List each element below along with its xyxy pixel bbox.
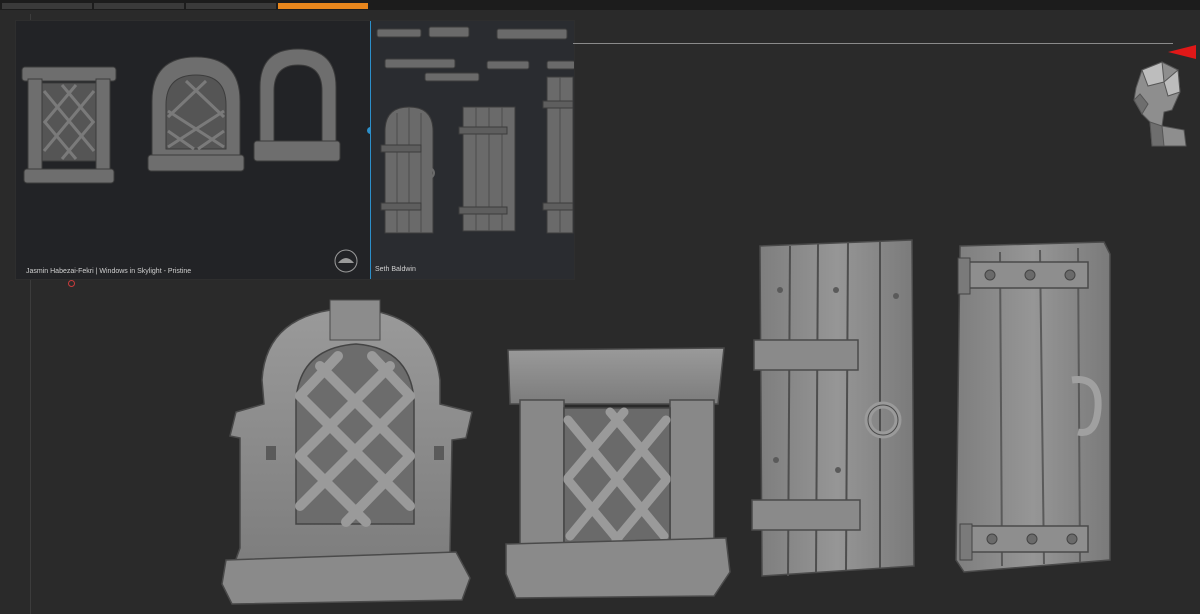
arched-window-model[interactable] [221, 299, 473, 605]
plank-door-model[interactable] [751, 239, 915, 577]
clean-door-model[interactable] [955, 241, 1111, 573]
viewport-scene[interactable] [0, 0, 1200, 614]
rect-window-model[interactable] [505, 347, 731, 599]
